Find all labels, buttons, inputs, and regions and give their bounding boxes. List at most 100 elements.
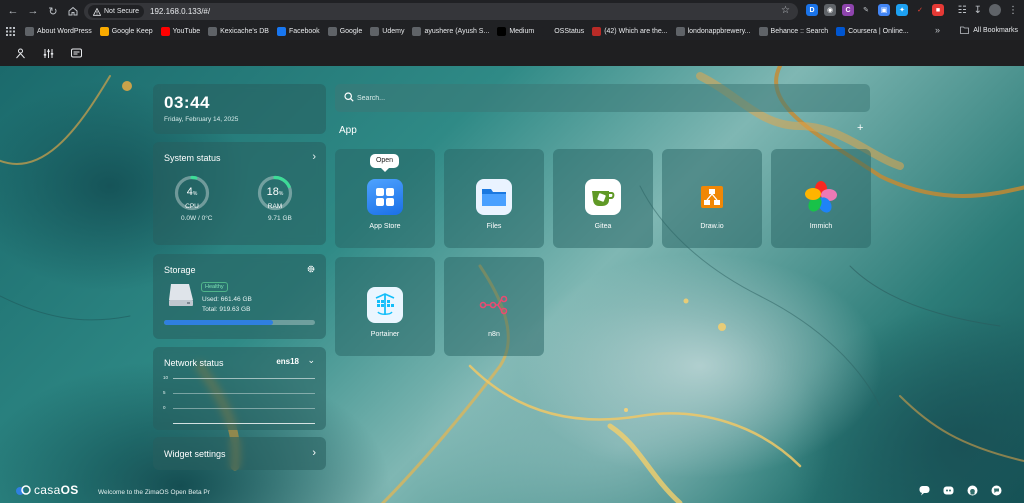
facebook-icon [276, 26, 286, 36]
quora-icon [592, 26, 602, 36]
casaos-logo-mark [16, 484, 31, 495]
medium-icon [497, 26, 507, 36]
account-icon[interactable] [13, 46, 27, 60]
search-icon [344, 92, 354, 102]
chat-icon[interactable] [919, 485, 930, 496]
all-bookmarks-label: All Bookmarks [973, 26, 1018, 34]
extension-icon[interactable]: ▣ [878, 4, 890, 16]
cpu-label: CPU [185, 203, 199, 210]
settings-sliders-icon[interactable] [41, 46, 55, 60]
drawio-icon [694, 179, 730, 215]
forum-icon[interactable] [991, 485, 1002, 496]
download-icon[interactable]: ↧ [974, 5, 982, 16]
discord-icon[interactable] [943, 485, 954, 496]
bookmark-item[interactable]: Kexicache's DB [208, 26, 269, 36]
widget-settings-button[interactable]: Widget settings › [153, 437, 326, 470]
bookmark-icon [208, 26, 218, 36]
storage-used: Used: 661.46 GB [202, 296, 252, 303]
network-baseline [173, 423, 315, 424]
bookmark-star-icon[interactable]: ☆ [781, 5, 790, 16]
terminal-icon[interactable] [69, 46, 83, 60]
app-label: Portainer [370, 331, 400, 338]
extension-icon[interactable]: D [806, 4, 818, 16]
app-tile-gitea[interactable]: Gitea [553, 149, 653, 248]
add-app-button[interactable]: + [857, 122, 863, 134]
address-bar[interactable]: Not Secure 192.168.0.133/#/ ☆ [84, 3, 798, 20]
bookmarks-bar: About WordPress Google Keep YouTube Kexicac… [0, 22, 1024, 40]
youtube-icon [160, 26, 170, 36]
extension-icon[interactable]: C [842, 4, 854, 16]
bookmark-item[interactable]: ayushere (Ayush S... [412, 26, 490, 36]
browser-toolbar: ← → ↻ Not Secure 192.168.0.133/#/ ☆ D ◉ … [0, 0, 1024, 22]
bookmark-label: Google Keep [111, 27, 153, 35]
gear-icon[interactable] [306, 264, 316, 274]
app-tile-drawio[interactable]: Draw.io [662, 149, 762, 248]
bookmark-item[interactable]: Facebook [276, 26, 320, 36]
camera-extension-icon[interactable]: ◉ [824, 4, 836, 16]
hard-drive-icon [169, 284, 193, 306]
network-interface-select[interactable]: ens18 [276, 357, 299, 366]
apps-grid-icon[interactable] [6, 26, 15, 36]
home-icon[interactable] [64, 2, 82, 20]
profile-avatar[interactable] [989, 4, 1001, 16]
bookmark-item[interactable]: About WordPress [25, 26, 92, 36]
security-label: Not Secure [104, 8, 140, 15]
bookmark-label: Behance :: Search [770, 27, 829, 35]
chevron-right-icon[interactable]: › [312, 151, 316, 163]
app-label: App Store [369, 223, 401, 230]
extension-icon[interactable]: ✓ [914, 4, 926, 16]
storage-widget[interactable]: Storage Healthy Used: 661.46 GB Total: 9… [153, 254, 326, 339]
bookmark-label: ayushere (Ayush S... [424, 27, 490, 35]
menu-kebab-icon[interactable]: ⋮ [1008, 5, 1018, 16]
globe-icon [370, 26, 380, 36]
url-text[interactable]: 192.168.0.133/#/ [150, 7, 210, 16]
github-icon[interactable] [967, 485, 978, 496]
app-tile-portainer[interactable]: Portainer [335, 257, 435, 356]
clock-date: Friday, February 14, 2025 [164, 116, 239, 123]
network-status-widget[interactable]: Network status ens18 ⌄ 10 5 0 [153, 347, 326, 430]
all-bookmarks-button[interactable]: All Bookmarks [960, 26, 1018, 34]
ram-gauge: 18% RAM [257, 175, 293, 211]
twitter-extension-icon[interactable]: ✦ [896, 4, 908, 16]
security-chip[interactable]: Not Secure [88, 5, 145, 18]
eyedropper-extension-icon[interactable]: ✎ [860, 4, 872, 16]
coursera-icon [836, 26, 846, 36]
bookmark-label: Coursera | Online... [848, 27, 909, 35]
extensions-puzzle-icon[interactable]: ☷ [958, 5, 967, 16]
app-tile-n8n[interactable]: n8n [444, 257, 544, 356]
search-input[interactable] [357, 92, 857, 104]
desktop-wallpaper: 03:44 Friday, February 14, 2025 System s… [0, 66, 1024, 503]
apps-section-heading: App [339, 125, 357, 136]
bookmark-item[interactable]: YouTube [160, 26, 201, 36]
reload-icon[interactable]: ↻ [44, 2, 62, 20]
github-icon [675, 26, 685, 36]
bookmark-item[interactable]: Behance :: Search [758, 26, 829, 36]
n8n-icon [476, 287, 512, 323]
bookmark-item[interactable]: Coursera | Online... [836, 26, 909, 36]
bookmark-label: YouTube [172, 27, 201, 35]
bookmark-item[interactable]: OSStatus [542, 26, 584, 36]
folder-icon [476, 179, 512, 215]
app-tile-files[interactable]: Files [444, 149, 544, 248]
bookmark-item[interactable]: Google [327, 26, 362, 36]
bookmark-item[interactable]: Udemy [370, 26, 404, 36]
chevron-down-icon[interactable]: ⌄ [307, 355, 315, 366]
bookmark-item[interactable]: (42) Which are the... [592, 26, 668, 36]
forward-icon[interactable]: → [24, 2, 42, 20]
back-icon[interactable]: ← [4, 2, 22, 20]
bookmark-label: Facebook [288, 27, 320, 35]
system-status-widget[interactable]: System status › 4% CPU 0.0W / 0°C 18% RA… [153, 142, 326, 245]
bookmark-item[interactable]: Medium [497, 26, 534, 36]
app-tile-immich[interactable]: Immich [771, 149, 871, 248]
wordpress-icon [25, 26, 34, 36]
app-label: Files [486, 223, 502, 230]
bookmarks-overflow-icon[interactable]: » [935, 25, 940, 35]
storage-usage-bar [164, 320, 315, 325]
search-bar[interactable] [335, 84, 870, 112]
bookmark-label: londonappbrewery... [687, 27, 751, 35]
bookmark-item[interactable]: londonappbrewery... [675, 26, 751, 36]
extension-icon[interactable]: ■ [932, 4, 944, 16]
widget-settings-label: Widget settings [164, 449, 226, 459]
bookmark-item[interactable]: Google Keep [99, 26, 153, 36]
immich-icon [803, 179, 839, 215]
